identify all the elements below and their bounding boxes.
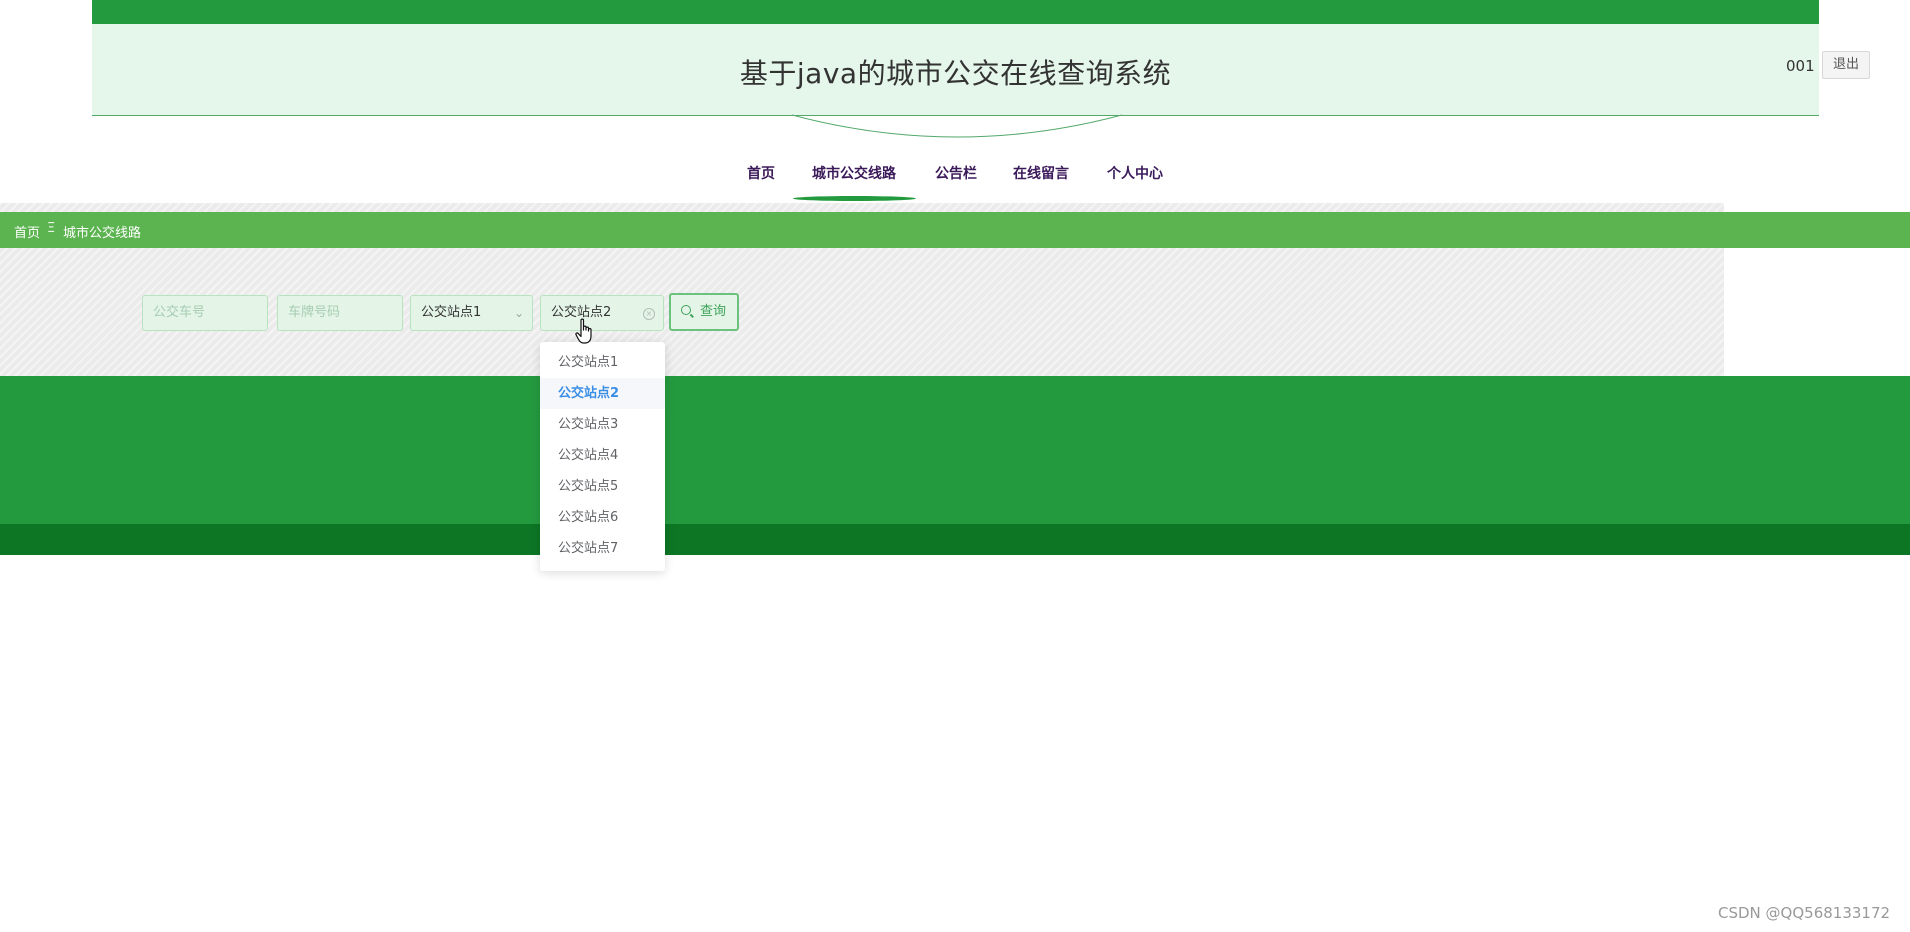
- bus-number-placeholder: 公交车号: [153, 305, 206, 320]
- station1-value: 公交站点1: [421, 305, 482, 320]
- nav-item-home[interactable]: 首页: [747, 163, 775, 183]
- dropdown-option[interactable]: 公交站点7: [540, 533, 665, 564]
- watermark: CSDN @QQ568133172: [1718, 904, 1891, 922]
- dropdown-option[interactable]: 公交站点6: [540, 502, 665, 533]
- nav-active-indicator: [793, 196, 916, 201]
- nav-item-messages[interactable]: 在线留言: [1013, 163, 1069, 183]
- station1-select[interactable]: 公交站点1 ⌄: [410, 295, 533, 331]
- station2-dropdown: 公交站点1 公交站点2 公交站点3 公交站点4 公交站点5 公交站点6 公交站点…: [540, 342, 665, 571]
- breadcrumb-separator: Ξ: [47, 221, 56, 236]
- breadcrumb: [0, 212, 1910, 248]
- header-top-strip: [92, 0, 1819, 24]
- chevron-down-icon: ⌄: [513, 306, 524, 320]
- dropdown-scroll-fade: [540, 563, 665, 571]
- station2-select[interactable]: 公交站点2 ×: [540, 295, 664, 331]
- bus-number-input[interactable]: 公交车号: [142, 295, 268, 331]
- plate-number-placeholder: 车牌号码: [288, 305, 341, 320]
- nav-item-personal-center[interactable]: 个人中心: [1107, 163, 1163, 183]
- dropdown-option[interactable]: 公交站点1: [540, 347, 665, 378]
- site-title: 基于java的城市公交在线查询系统: [739, 57, 1172, 90]
- footer-bottom-bar: [0, 524, 1910, 555]
- dropdown-option[interactable]: 公交站点5: [540, 471, 665, 502]
- clear-icon[interactable]: ×: [643, 308, 655, 320]
- nav-item-notice-board[interactable]: 公告栏: [935, 163, 977, 183]
- header-curve-decoration: [792, 114, 1122, 138]
- breadcrumb-current: 城市公交线路: [63, 226, 142, 241]
- breadcrumb-home[interactable]: 首页: [14, 222, 40, 241]
- plate-number-input[interactable]: 车牌号码: [277, 295, 403, 331]
- footer: [0, 376, 1910, 524]
- nav-item-bus-routes[interactable]: 城市公交线路: [812, 163, 896, 183]
- logout-button[interactable]: 退出: [1822, 51, 1870, 79]
- dropdown-option-selected[interactable]: 公交站点2: [540, 378, 665, 409]
- current-username: 001: [1786, 57, 1815, 75]
- search-icon: [681, 305, 691, 315]
- dropdown-option[interactable]: 公交站点3: [540, 409, 665, 440]
- search-button-label: 查询: [700, 304, 727, 319]
- dropdown-option[interactable]: 公交站点4: [540, 440, 665, 471]
- hand-cursor-icon: [575, 318, 592, 344]
- search-button[interactable]: 查询: [669, 293, 739, 331]
